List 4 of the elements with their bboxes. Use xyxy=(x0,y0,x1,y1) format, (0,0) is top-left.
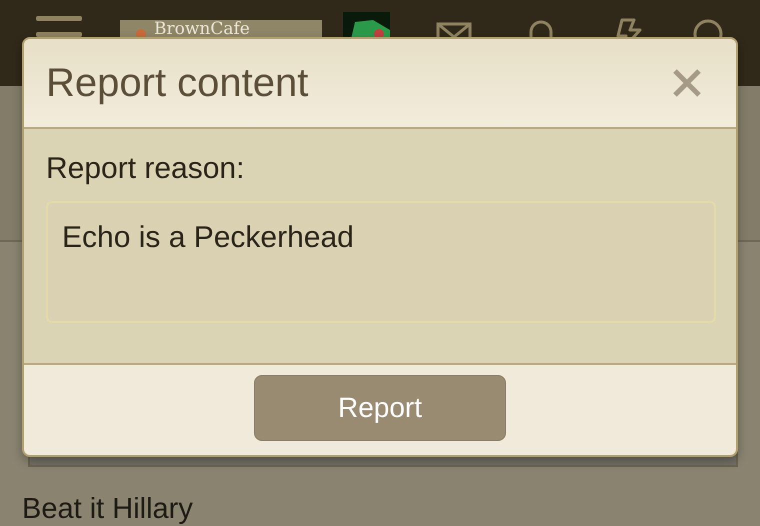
reason-field[interactable]: Echo is a Peckerhead xyxy=(46,201,716,323)
dialog-title: Report content xyxy=(46,60,308,106)
field-label: Report reason: xyxy=(46,151,246,187)
post-title: Beat it Hillary xyxy=(22,492,194,526)
